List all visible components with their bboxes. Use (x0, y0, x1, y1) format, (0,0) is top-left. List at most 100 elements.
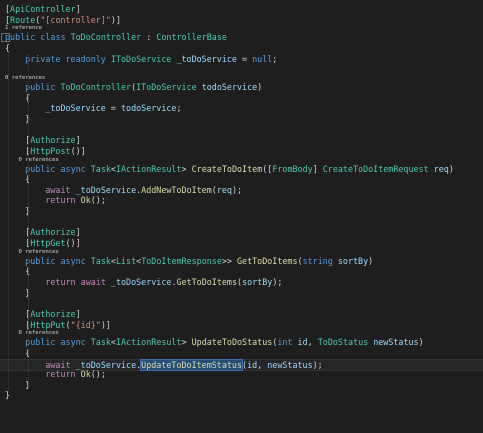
code-token: string (302, 255, 333, 266)
code-token: Task (90, 255, 111, 266)
code-token: sortBy (337, 255, 369, 266)
code-token: req (216, 184, 232, 195)
code-token: UpdateToDoStatus (191, 337, 273, 348)
code-token: List (115, 255, 137, 266)
code-token: Ok (80, 195, 91, 206)
code-line: [Authorize] (0, 309, 483, 319)
code-line: [Authorize] (0, 227, 483, 237)
code-line: public class ToDoController : Controller… (0, 32, 483, 42)
code-token: ()] (65, 238, 81, 248)
code-token: ] (75, 135, 81, 146)
code-token: Authorize (30, 308, 76, 319)
code-token: { (5, 42, 11, 53)
code-token: ) (418, 337, 424, 348)
code-token: async (60, 337, 86, 348)
code-token: await (80, 277, 106, 287)
code-token: id (297, 337, 308, 348)
code-token: HttpGet (30, 238, 66, 248)
code-token: async (60, 163, 86, 174)
code-token: ) (368, 255, 374, 266)
code-token: ToDoItemResponse (141, 255, 222, 266)
code-line: _toDoService = todoService; (0, 103, 483, 113)
codelens-references[interactable]: 0 references (0, 75, 483, 82)
code-line: [HttpGet()] (0, 238, 483, 248)
code-token: return (45, 369, 76, 380)
indent-guide (28, 53, 29, 388)
code-token: ] (75, 227, 81, 238)
code-token: id (247, 359, 258, 370)
codelens-references[interactable]: 1 reference (0, 25, 483, 32)
code-token: await (45, 359, 71, 370)
code-token: return (45, 195, 76, 206)
code-line: [HttpPut("{id}")] (0, 320, 483, 330)
code-token: Ok (80, 369, 91, 380)
code-token: public (25, 81, 56, 92)
code-token: async (60, 255, 86, 266)
code-token: (); (90, 195, 106, 206)
code-token: Task (90, 337, 111, 348)
code-line: { (0, 348, 483, 358)
code-token: todoService (121, 103, 177, 114)
code-token: Authorize (30, 227, 76, 238)
code-token: null (252, 53, 273, 64)
code-token: FromBody (272, 163, 313, 174)
code-token: ([ (262, 163, 273, 174)
code-line: public ToDoController(IToDoService todoS… (0, 82, 483, 92)
code-token: , (307, 337, 318, 348)
code-token: private (25, 53, 61, 64)
code-token: HttpPut (30, 319, 66, 330)
code-line: [HttpPost()] (0, 146, 483, 156)
code-token: IActionResult (115, 163, 182, 174)
indent-guide (8, 52, 9, 391)
code-token: await (45, 184, 71, 195)
code-line: { (0, 93, 483, 103)
code-line: return Ok(); (0, 195, 483, 205)
code-token: ] (75, 308, 81, 319)
code-token: IToDoService (136, 81, 197, 92)
code-token: IActionResult (115, 337, 182, 348)
code-token: ; (272, 53, 278, 64)
code-token: = (105, 103, 121, 114)
code-token: newStatus (267, 359, 313, 370)
codelens-references[interactable]: 0 references (0, 157, 483, 164)
code-token: )] (110, 14, 121, 25)
code-token: _toDoService (75, 359, 137, 370)
code-token: } (5, 390, 11, 401)
code-line: } (0, 390, 483, 400)
codelens-references[interactable]: 0 references (0, 249, 483, 256)
code-token: readonly (65, 53, 106, 64)
code-line: await _toDoService.AddNewToDoItem(req); (0, 185, 483, 195)
code-editor[interactable]: [ApiController] [Route("[controller]")] 1 … (0, 0, 483, 433)
code-token: )] (100, 319, 111, 330)
code-token: todoService (201, 81, 258, 92)
code-token: GetToDoItems (176, 277, 237, 287)
code-token: 0 references (5, 74, 46, 81)
code-token: ()] (70, 145, 86, 156)
code-token: ToDoController (60, 81, 132, 92)
code-token: public (25, 337, 56, 348)
code-token: newStatus (373, 337, 419, 348)
collapse-region-icon[interactable] (1, 33, 10, 43)
code-token: "[controller]" (40, 14, 111, 25)
code-token: > (181, 337, 192, 348)
code-line: } (0, 206, 483, 216)
code-token: ) (448, 163, 454, 174)
codelens-references[interactable]: 0 references (0, 330, 483, 337)
code-token: CreateToDoItem (191, 163, 263, 174)
code-token: req (433, 163, 449, 174)
code-token: GetToDoItems (237, 255, 298, 266)
code-token: ) (257, 81, 263, 92)
code-line: { (0, 43, 483, 53)
code-line: public async Task<IActionResult> UpdateT… (0, 337, 483, 347)
code-token: : (141, 32, 157, 43)
code-line: public async Task<IActionResult> CreateT… (0, 164, 483, 174)
code-token: ] (75, 4, 81, 14)
code-token: public (25, 255, 56, 266)
